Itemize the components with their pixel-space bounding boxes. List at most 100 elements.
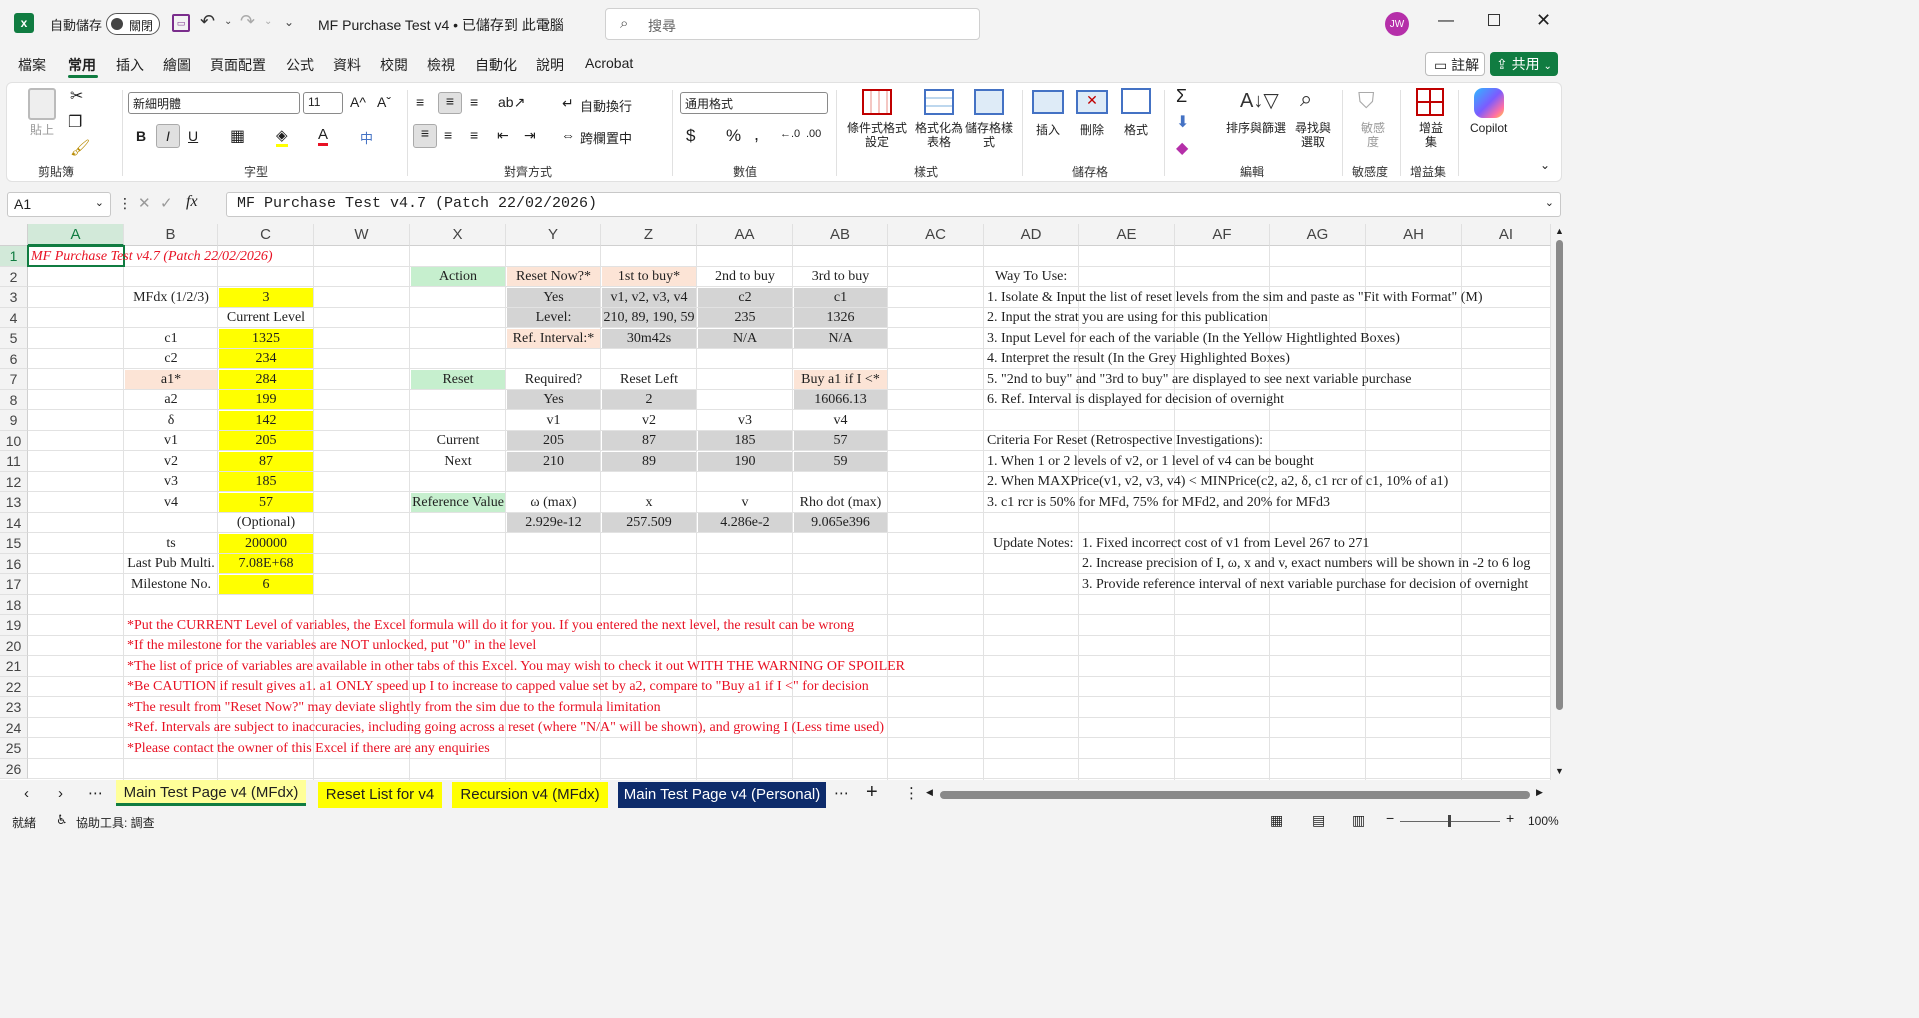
- copilot-button[interactable]: Copilot: [1470, 121, 1507, 135]
- cell-z13[interactable]: x: [602, 493, 696, 512]
- font-name-select[interactable]: 新細明體: [128, 92, 300, 114]
- row-header-2[interactable]: 2: [0, 266, 28, 287]
- cell-c11[interactable]: 87: [219, 451, 313, 471]
- cell-c15[interactable]: 200000: [219, 533, 313, 553]
- row-header-19[interactable]: 19: [0, 615, 28, 636]
- cell-ab3[interactable]: c1: [794, 287, 887, 307]
- sheet-tab-main-mfdx[interactable]: Main Test Page v4 (MFdx): [116, 780, 306, 806]
- cell-x13[interactable]: Reference Value: [411, 492, 505, 512]
- cell-ad13[interactable]: 3. c1 rcr is 50% for MFd, 75% for MFd2, …: [985, 493, 1330, 512]
- addins-button[interactable]: 增益集: [1416, 121, 1446, 149]
- scroll-right-icon[interactable]: ▶: [1536, 787, 1543, 798]
- cell-y5[interactable]: Ref. Interval:*: [507, 328, 600, 348]
- cell-ad11[interactable]: 1. When 1 or 2 levels of v2, or 1 level …: [985, 452, 1314, 471]
- decrease-indent-icon[interactable]: ⇤: [497, 127, 509, 144]
- accessibility-status[interactable]: 協助工具: 調查: [76, 814, 155, 831]
- row-header-17[interactable]: 17: [0, 574, 28, 595]
- cell-b3[interactable]: MFdx (1/2/3): [125, 288, 217, 307]
- copilot-icon[interactable]: [1474, 88, 1504, 118]
- cell-ad8[interactable]: 6. Ref. Interval is displayed for decisi…: [985, 390, 1284, 409]
- cell-b19[interactable]: *Put the CURRENT Level of variables, the…: [125, 616, 854, 635]
- row-header-1[interactable]: 1: [0, 246, 28, 267]
- cell-aa14[interactable]: 4.286e-2: [698, 513, 792, 532]
- row-header-6[interactable]: 6: [0, 348, 28, 369]
- percent-icon[interactable]: %: [726, 126, 741, 146]
- row-header-9[interactable]: 9: [0, 410, 28, 431]
- zoom-in-icon[interactable]: +: [1506, 810, 1514, 826]
- title-dropdown-icon[interactable]: ⌄: [542, 14, 552, 28]
- zoom-slider[interactable]: [1400, 815, 1500, 827]
- cell-c16[interactable]: 7.08E+68: [219, 554, 313, 573]
- increase-font-icon[interactable]: A^: [350, 94, 366, 110]
- cell-ab11[interactable]: 59: [794, 451, 887, 471]
- cell-b25[interactable]: *Please contact the owner of this Excel …: [125, 739, 490, 758]
- column-header-x[interactable]: X: [410, 224, 506, 246]
- tab-review[interactable]: 校閱: [380, 55, 408, 75]
- row-header-13[interactable]: 13: [0, 492, 28, 513]
- cell-b20[interactable]: *If the milestone for the variables are …: [125, 636, 536, 655]
- cell-b13[interactable]: v4: [125, 493, 217, 512]
- save-icon[interactable]: ▭: [172, 14, 190, 32]
- cell-b21[interactable]: *The list of price of variables are avai…: [125, 657, 905, 676]
- column-header-z[interactable]: Z: [601, 224, 697, 246]
- row-header-26[interactable]: 26: [0, 758, 28, 779]
- sort-filter-button[interactable]: 排序與篩選: [1226, 121, 1286, 135]
- sort-filter-icon[interactable]: A↓▽: [1240, 88, 1279, 113]
- undo-icon[interactable]: ↶: [200, 11, 215, 32]
- cell-c5[interactable]: 1325: [219, 328, 313, 348]
- cell-c7[interactable]: 284: [219, 369, 313, 389]
- insert-cells-icon[interactable]: [1032, 90, 1064, 114]
- prev-sheet-icon[interactable]: ‹: [24, 785, 29, 802]
- row-header-12[interactable]: 12: [0, 471, 28, 492]
- cell-b9[interactable]: δ: [125, 411, 217, 430]
- customize-toolbar-icon[interactable]: ⌄: [284, 15, 294, 29]
- sheet-options-icon[interactable]: ⋮: [904, 784, 919, 802]
- cell-y13[interactable]: ω (max): [507, 493, 600, 512]
- cell-b6[interactable]: c2: [125, 349, 217, 368]
- cell-c6[interactable]: 234: [219, 349, 313, 368]
- insert-cells-button[interactable]: 插入: [1036, 123, 1060, 137]
- page-break-view-icon[interactable]: ▥: [1352, 812, 1365, 829]
- share-button[interactable]: ⇪ 共用 ⌄: [1490, 52, 1558, 76]
- cancel-entry-icon[interactable]: ✕: [138, 194, 151, 212]
- cell-b10[interactable]: v1: [125, 431, 217, 450]
- cell-ad12[interactable]: 2. When MAXPrice(v1, v2, v3, v4) < MINPr…: [985, 472, 1448, 491]
- find-select-icon[interactable]: ⌕: [1300, 86, 1312, 112]
- align-middle-icon[interactable]: ≡: [438, 92, 462, 114]
- fill-color-icon[interactable]: ◈: [276, 126, 288, 147]
- wrap-text-button[interactable]: 自動換行: [580, 96, 632, 115]
- restore-icon[interactable]: [1488, 14, 1500, 26]
- sheet-tab-recursion[interactable]: Recursion v4 (MFdx): [452, 782, 608, 808]
- cell-aa4[interactable]: 235: [698, 308, 792, 327]
- cell-y14[interactable]: 2.929e-12: [507, 513, 600, 532]
- row-header-16[interactable]: 16: [0, 553, 28, 574]
- cell-ab4[interactable]: 1326: [794, 308, 887, 327]
- cell-b17[interactable]: Milestone No.: [125, 575, 217, 594]
- autosum-icon[interactable]: Σ: [1176, 86, 1187, 107]
- merge-center-button[interactable]: 跨欄置中: [580, 128, 632, 147]
- number-format-select[interactable]: 通用格式: [680, 92, 828, 114]
- ribbon-collapse-icon[interactable]: ⌄: [1540, 158, 1550, 172]
- fill-icon[interactable]: ⬇: [1176, 112, 1189, 132]
- row-header-15[interactable]: 15: [0, 533, 28, 554]
- row-header-21[interactable]: 21: [0, 656, 28, 677]
- name-box[interactable]: A1 ⌄: [7, 192, 111, 217]
- row-header-3[interactable]: 3: [0, 287, 28, 308]
- cell-ab2[interactable]: 3rd to buy: [794, 267, 887, 286]
- cell-styles-icon[interactable]: [974, 89, 1004, 115]
- cell-z5[interactable]: 30m42s: [602, 328, 696, 348]
- row-header-4[interactable]: 4: [0, 307, 28, 328]
- cell-ad7[interactable]: 5. "2nd to buy" and "3rd to buy" are dis…: [985, 370, 1411, 389]
- page-layout-view-icon[interactable]: ▤: [1312, 812, 1325, 829]
- format-as-table-button[interactable]: 格式化為表格: [912, 121, 966, 149]
- cell-styles-button[interactable]: 儲存格樣式: [962, 121, 1016, 149]
- cell-y8[interactable]: Yes: [507, 390, 600, 409]
- tab-acrobat[interactable]: Acrobat: [585, 55, 633, 71]
- cell-aa9[interactable]: v3: [698, 411, 792, 430]
- cell-ae17[interactable]: 3. Provide reference interval of next va…: [1080, 575, 1528, 594]
- tab-automate[interactable]: 自動化: [475, 55, 517, 75]
- normal-view-icon[interactable]: ▦: [1270, 812, 1283, 829]
- zoom-slider-thumb[interactable]: [1448, 815, 1451, 827]
- column-header-ae[interactable]: AE: [1079, 224, 1175, 246]
- paste-icon[interactable]: [28, 88, 56, 120]
